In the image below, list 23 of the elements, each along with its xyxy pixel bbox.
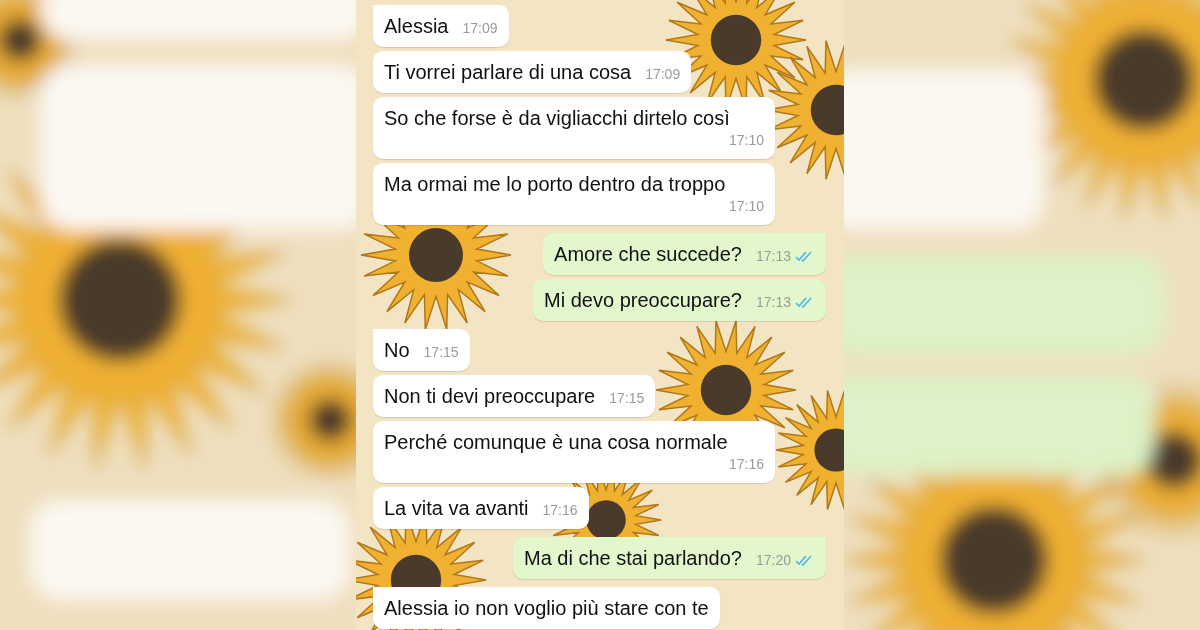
message-text: Alessia: [384, 14, 449, 38]
message-time: 17:10: [728, 131, 764, 150]
message-text: Non ti devi preoccupare: [384, 384, 596, 408]
message-time: 17:13: [755, 247, 791, 266]
message-text: Amore che succede?: [554, 242, 742, 266]
message-time: 17:16: [728, 455, 764, 474]
message-time: 17:09: [645, 65, 681, 84]
message-text: No: [384, 338, 410, 362]
message-text: Mi devo preoccupare?: [544, 288, 742, 312]
message-time: 17:09: [462, 19, 498, 38]
message-time: 17:15: [609, 389, 645, 408]
message-text: La vita va avanti: [384, 496, 529, 520]
message-text: Ma di che stai parlando?: [524, 546, 742, 570]
message-text: Perché comunque è una cosa normale: [384, 430, 728, 454]
message-time: 17:20: [755, 551, 791, 570]
message-text: Ti vorrei parlare di una cosa: [384, 60, 632, 84]
message-text: Ma ormai me lo porto dentro da troppo: [384, 172, 726, 196]
message-text: So che forse è da vigliacchi dirtelo così: [384, 106, 730, 130]
message-time: 17:15: [423, 343, 459, 362]
message-text: Alessia io non voglio più stare con te: [384, 596, 709, 620]
message-time: 17:13: [755, 293, 791, 312]
message-time: 17:10: [728, 197, 764, 216]
message-time: 17:16: [542, 501, 578, 520]
